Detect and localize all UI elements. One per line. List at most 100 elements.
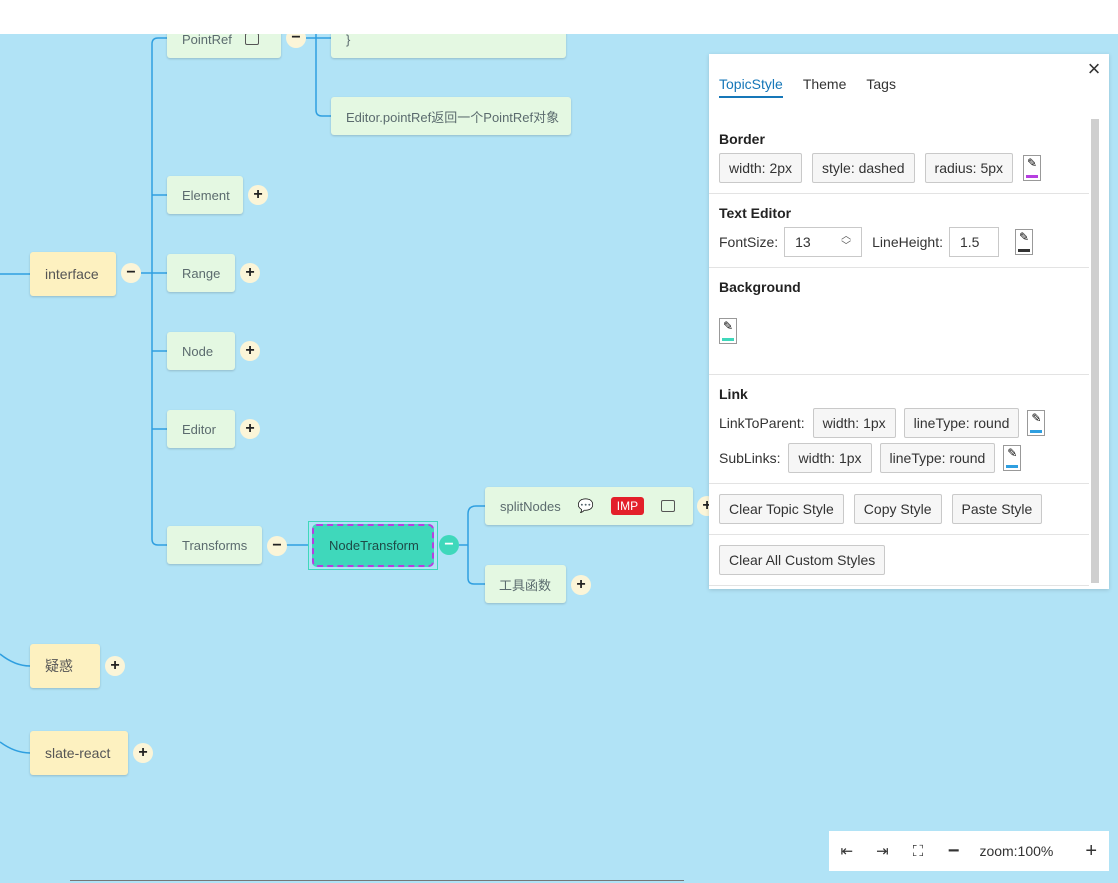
topic-node-transform[interactable]: NodeTransform — [312, 524, 434, 567]
link-to-parent-color-picker[interactable]: ✎ — [1027, 410, 1046, 436]
eyedropper-icon: ✎ — [722, 319, 734, 333]
topic-transforms[interactable]: Transforms — [167, 526, 262, 564]
expand-node-toggle[interactable]: + — [240, 341, 260, 361]
topic-label: 疑惑 — [45, 658, 73, 674]
eyedropper-icon: ✎ — [1018, 230, 1029, 244]
topic-element[interactable]: Element — [167, 176, 243, 214]
collapse-transforms-toggle[interactable]: − — [267, 536, 287, 556]
close-icon[interactable]: × — [1085, 58, 1103, 80]
expand-element-toggle[interactable]: + — [248, 185, 268, 205]
topic-label: Element — [182, 187, 230, 203]
topic-code-block[interactable]: } — [331, 34, 566, 58]
link-icon[interactable] — [661, 500, 675, 512]
border-color-picker[interactable]: ✎ — [1023, 155, 1042, 181]
border-width-button[interactable]: width: 2px — [719, 153, 803, 183]
section-divider — [709, 483, 1089, 484]
expand-tools-toggle[interactable]: + — [571, 575, 591, 595]
expand-doubts-toggle[interactable]: + — [105, 656, 125, 676]
eyedropper-icon: ✎ — [1007, 446, 1018, 460]
topic-range[interactable]: Range — [167, 254, 235, 292]
topic-label: interface — [45, 266, 99, 282]
sub-links-row: SubLinks: width: 1px lineType: round ✎ — [719, 443, 1022, 473]
expand-all-icon[interactable]: ⇥ — [865, 842, 901, 860]
stepper-arrows-icon[interactable]: ︿ ﹀ — [841, 232, 851, 252]
copy-style-button[interactable]: Copy Style — [853, 494, 942, 524]
tab-theme[interactable]: Theme — [803, 76, 847, 98]
zoom-toolbar: ⇤ ⇥ ⛶ − zoom:100% + — [829, 831, 1109, 871]
topic-split-nodes[interactable]: splitNodes 💬 IMP — [485, 487, 693, 525]
topic-label: NodeTransform — [329, 538, 419, 553]
clear-all-row: Clear All Custom Styles — [719, 545, 886, 575]
background-color-picker[interactable]: ✎ — [719, 318, 737, 344]
sub-links-color-picker[interactable]: ✎ — [1003, 445, 1022, 471]
topic-label: Range — [182, 265, 221, 281]
paste-style-button[interactable]: Paste Style — [951, 494, 1043, 524]
clear-all-custom-styles-button[interactable]: Clear All Custom Styles — [719, 545, 886, 575]
font-size-stepper[interactable]: 13 ︿ ﹀ — [784, 227, 863, 257]
sub-links-linetype-button[interactable]: lineType: round — [879, 443, 996, 473]
clear-topic-style-button[interactable]: Clear Topic Style — [719, 494, 844, 524]
collapse-all-icon[interactable]: ⇤ — [829, 842, 865, 860]
border-radius-button[interactable]: radius: 5px — [924, 153, 1014, 183]
link-to-parent-linetype-button[interactable]: lineType: round — [903, 408, 1020, 438]
zoom-out-icon[interactable]: − — [936, 840, 972, 863]
color-swatch — [1030, 430, 1043, 433]
tab-topic-style[interactable]: TopicStyle — [719, 76, 783, 98]
color-swatch — [1006, 465, 1019, 468]
bottom-divider — [70, 880, 684, 881]
background-row: ✎ — [719, 318, 737, 344]
line-height-label: LineHeight: — [872, 234, 943, 250]
background-title: Background — [719, 279, 801, 295]
topic-label: 工具函数 — [499, 577, 552, 593]
border-title: Border — [719, 131, 765, 147]
text-editor-section: Text Editor — [719, 205, 1089, 221]
text-color-picker[interactable]: ✎ — [1014, 229, 1033, 255]
topic-doubts[interactable]: 疑惑 — [30, 644, 100, 688]
section-divider — [709, 267, 1089, 268]
section-divider — [709, 585, 1089, 586]
topic-label: splitNodes — [500, 498, 561, 514]
link-to-parent-width-button[interactable]: width: 1px — [812, 408, 896, 438]
color-swatch — [1017, 249, 1030, 252]
color-swatch — [722, 338, 734, 341]
fit-view-icon[interactable]: ⛶ — [900, 843, 936, 860]
topic-label: Editor.pointRef返回一个PointRef对象 — [346, 109, 560, 125]
comment-icon[interactable]: 💬 — [578, 498, 594, 514]
expand-slate-react-toggle[interactable]: + — [133, 743, 153, 763]
zoom-in-icon[interactable]: + — [1073, 840, 1109, 863]
link-section: Link — [719, 386, 1089, 402]
link-icon[interactable] — [244, 34, 259, 45]
collapse-node-transform-toggle[interactable]: − — [439, 535, 459, 555]
topic-label: slate-react — [45, 745, 111, 761]
topic-editor[interactable]: Editor — [167, 410, 235, 448]
section-divider — [709, 374, 1089, 375]
expand-range-toggle[interactable]: + — [240, 263, 260, 283]
border-row: width: 2px style: dashed radius: 5px ✎ — [719, 153, 1042, 183]
topic-node[interactable]: Node — [167, 332, 235, 370]
topic-pointref[interactable]: PointRef — [167, 34, 281, 58]
link-to-parent-label: LinkToParent: — [719, 415, 805, 431]
eyedropper-icon: ✎ — [1027, 156, 1038, 170]
topic-interface[interactable]: interface — [30, 252, 116, 296]
imp-tag: IMP — [610, 497, 645, 515]
topic-slate-react[interactable]: slate-react — [30, 731, 128, 775]
topic-label: PointRef — [182, 34, 232, 47]
topic-tools[interactable]: 工具函数 — [485, 565, 566, 603]
topic-label: Node — [182, 343, 214, 359]
panel-scrollbar[interactable] — [1091, 119, 1099, 583]
topic-pointref-desc[interactable]: Editor.pointRef返回一个PointRef对象 — [331, 97, 571, 135]
sub-links-width-button[interactable]: width: 1px — [788, 443, 872, 473]
border-style-button[interactable]: style: dashed — [812, 153, 915, 183]
section-divider — [709, 534, 1089, 535]
collapse-interface-toggle[interactable]: − — [121, 263, 141, 283]
expand-editor-toggle[interactable]: + — [240, 419, 260, 439]
line-height-input[interactable]: 1.5 — [948, 227, 999, 257]
font-size-value: 13 — [795, 234, 811, 250]
eyedropper-icon: ✎ — [1031, 411, 1042, 425]
font-size-label: FontSize: — [719, 234, 779, 250]
topic-label: Editor — [182, 421, 216, 437]
style-actions-row: Clear Topic Style Copy Style Paste Style — [719, 494, 1043, 524]
panel-tabs: TopicStyle Theme Tags — [719, 76, 896, 98]
line-height-value: 1.5 — [959, 234, 980, 250]
tab-tags[interactable]: Tags — [866, 76, 896, 98]
